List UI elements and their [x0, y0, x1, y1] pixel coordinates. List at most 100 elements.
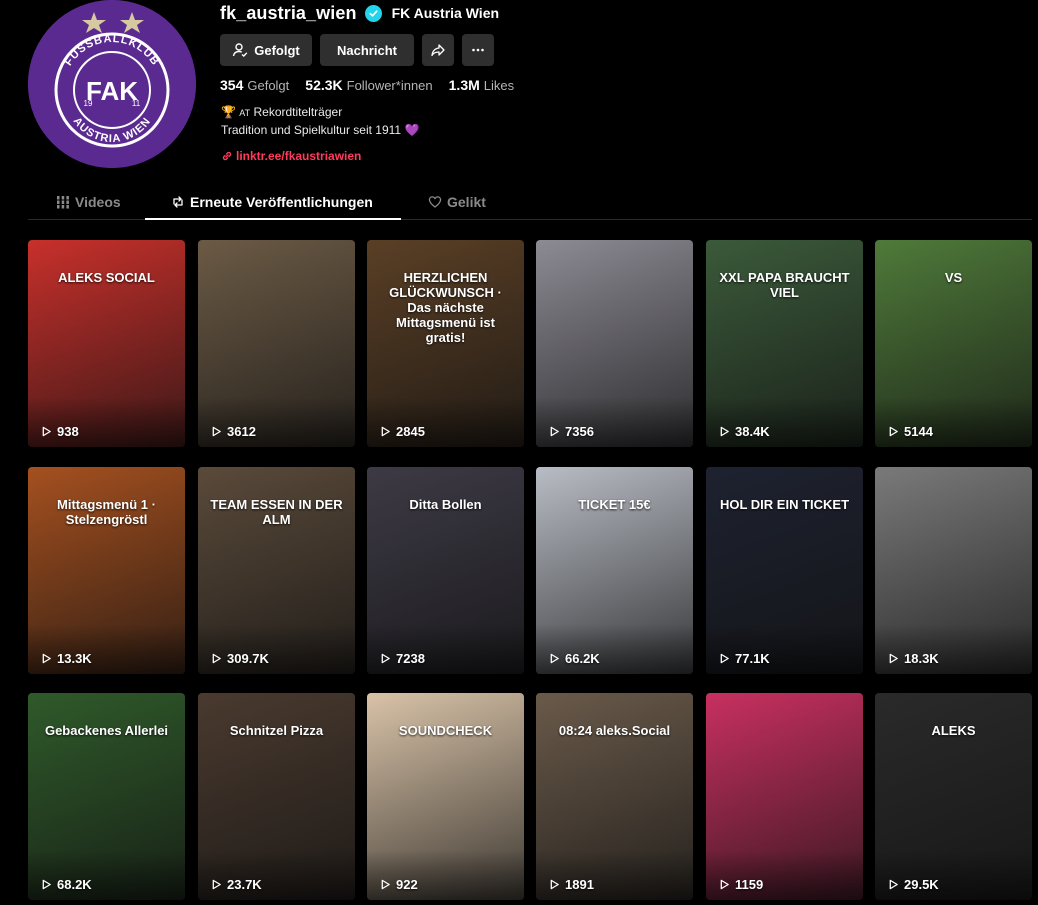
play-icon — [212, 879, 221, 890]
thumbnail-shade — [536, 850, 693, 900]
thumbnail-caption: Schnitzel Pizza — [229, 723, 324, 738]
video-tile[interactable]: 7356 — [536, 240, 693, 447]
thumbnail-caption: ALEKS — [931, 723, 976, 738]
view-count: 1159 — [719, 877, 763, 892]
thumbnail-shade — [28, 850, 185, 900]
view-count: 922 — [380, 877, 418, 892]
thumbnail-shade — [536, 397, 693, 447]
video-tile[interactable]: 08:24 aleks.Social 1891 — [536, 693, 693, 900]
stat-following[interactable]: 354 Gefolgt — [220, 77, 289, 93]
thumbnail-caption: Mittagsmenü 1 · Stelzengröstl — [57, 497, 156, 527]
following-button[interactable]: Gefolgt — [220, 34, 312, 66]
thumbnail-caption: Gebackenes Allerlei — [44, 723, 169, 738]
view-count: 29.5K — [888, 877, 939, 892]
view-count: 7238 — [380, 651, 425, 666]
thumbnail-shade — [28, 624, 185, 674]
club-crest-logo: FUSSBALLKLUB AUSTRIA WIEN FAK 19 11 — [28, 0, 196, 168]
video-tile[interactable]: ALEKS SOCIAL 938 — [28, 240, 185, 447]
thumbnail-caption: XXL PAPA BRAUCHT VIEL — [719, 270, 850, 300]
view-count: 77.1K — [719, 651, 770, 666]
crest-monogram: FAK — [86, 76, 138, 106]
message-button[interactable]: Nachricht — [320, 34, 414, 66]
view-count: 23.7K — [211, 877, 262, 892]
link-icon — [222, 151, 232, 161]
tab-liked[interactable]: Gelikt — [428, 183, 486, 220]
crest-year-left: 19 — [84, 99, 93, 108]
stat-followers[interactable]: 52.3K Follower*innen — [305, 77, 432, 93]
heart-icon — [428, 195, 442, 208]
profile-link[interactable]: linktr.ee/fkaustriawien — [221, 149, 361, 163]
tab-reposts[interactable]: Erneute Veröffentlichungen — [171, 183, 373, 220]
following-label: Gefolgt — [254, 42, 300, 58]
video-tile[interactable]: TICKET 15€ 66.2K — [536, 467, 693, 674]
view-count: 38.4K — [719, 424, 770, 439]
thumbnail-caption: 08:24 aleks.Social — [558, 723, 671, 738]
video-tile[interactable]: TEAM ESSEN IN DER ALM 309.7K — [198, 467, 355, 674]
profile-stats: 354 Gefolgt 52.3K Follower*innen 1.3M Likes — [220, 77, 514, 93]
bio-line-1: 🏆 AT Rekordtitelträger — [221, 105, 343, 119]
trophy-icon: 🏆 — [221, 105, 236, 119]
view-count: 18.3K — [888, 651, 939, 666]
video-tile[interactable]: 18.3K — [875, 467, 1032, 674]
grid-icon — [57, 195, 69, 208]
play-icon — [212, 653, 221, 664]
play-icon — [889, 426, 898, 437]
video-tile[interactable]: VS 5144 — [875, 240, 1032, 447]
play-icon — [42, 879, 51, 890]
thumbnail-caption: TICKET 15€ — [578, 497, 651, 512]
view-count: 66.2K — [549, 651, 600, 666]
video-tile[interactable]: Ditta Bollen 7238 — [367, 467, 524, 674]
video-tile[interactable]: HOL DIR EIN TICKET 77.1K — [706, 467, 863, 674]
video-tile[interactable]: 3612 — [198, 240, 355, 447]
profile-actions: Gefolgt Nachricht — [220, 34, 494, 66]
play-icon — [889, 879, 898, 890]
video-tile[interactable]: XXL PAPA BRAUCHT VIEL 38.4K — [706, 240, 863, 447]
thumbnail-caption: Ditta Bollen — [409, 497, 482, 512]
video-tile[interactable]: Mittagsmenü 1 · Stelzengröstl 13.3K — [28, 467, 185, 674]
profile-bio: 🏆 AT Rekordtitelträger Tradition und Spi… — [221, 104, 419, 139]
play-icon — [42, 426, 51, 437]
video-tile[interactable]: ALEKS 29.5K — [875, 693, 1032, 900]
play-icon — [42, 653, 51, 664]
play-icon — [550, 879, 559, 890]
verified-badge-icon — [364, 4, 382, 22]
thumbnail-shade — [536, 624, 693, 674]
play-icon — [550, 426, 559, 437]
video-tile[interactable]: SOUNDCHECK 922 — [367, 693, 524, 900]
thumbnail-shade — [367, 624, 524, 674]
play-icon — [381, 426, 390, 437]
message-label: Nachricht — [337, 42, 397, 58]
thumbnail-shade — [875, 397, 1032, 447]
nickname: FK Austria Wien — [391, 5, 500, 21]
thumbnail-shade — [198, 624, 355, 674]
play-icon — [550, 653, 559, 664]
thumbnail-caption: VS — [944, 270, 963, 285]
tab-videos[interactable]: Videos — [56, 183, 121, 220]
user-check-icon — [233, 43, 248, 57]
video-tile[interactable]: Gebackenes Allerlei 68.2K — [28, 693, 185, 900]
thumbnail-caption: ALEKS SOCIAL — [58, 270, 155, 285]
active-tab-indicator — [145, 218, 401, 220]
thumbnail-caption: HOL DIR EIN TICKET — [719, 497, 850, 512]
username-row: fk_austria_wien FK Austria Wien — [220, 2, 499, 24]
play-icon — [381, 879, 390, 890]
video-tile[interactable]: HERZLICHEN GLÜCKWUNSCH · Das nächste Mit… — [367, 240, 524, 447]
flag-icon: AT — [239, 108, 251, 118]
play-icon — [889, 653, 898, 664]
thumbnail-shade — [706, 397, 863, 447]
repost-icon — [173, 195, 183, 208]
view-count: 5144 — [888, 424, 933, 439]
thumbnail-caption: HERZLICHEN GLÜCKWUNSCH · Das nächste Mit… — [389, 270, 502, 345]
view-count: 1891 — [549, 877, 594, 892]
play-icon — [720, 653, 729, 664]
play-icon — [720, 879, 729, 890]
more-dots-icon — [472, 48, 484, 52]
more-button[interactable] — [462, 34, 494, 66]
profile-avatar[interactable]: FUSSBALLKLUB AUSTRIA WIEN FAK 19 11 — [28, 0, 196, 168]
thumbnail-shade — [875, 624, 1032, 674]
video-tile[interactable]: 1159 — [706, 693, 863, 900]
view-count: 3612 — [211, 424, 256, 439]
share-button[interactable] — [422, 34, 454, 66]
thumbnail-shade — [706, 850, 863, 900]
video-tile[interactable]: Schnitzel Pizza 23.7K — [198, 693, 355, 900]
